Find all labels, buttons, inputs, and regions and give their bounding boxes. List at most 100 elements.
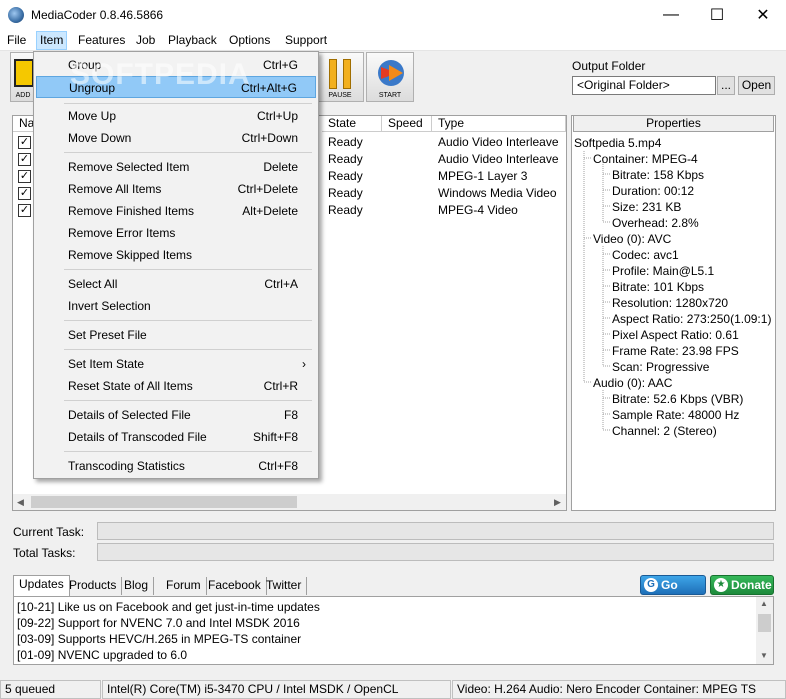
menu-separator [64,269,312,270]
property-line: Bitrate: 158 Kbps [612,168,705,182]
pause-icon [329,59,337,89]
column-state[interactable]: State [322,116,382,132]
close-button[interactable]: ✕ [740,0,786,30]
maximize-button[interactable]: ☐ [694,0,740,30]
property-line: Size: 231 KB [612,200,682,214]
scrollbar-thumb[interactable] [31,496,297,508]
current-task-progress [97,522,774,540]
menu-separator [64,103,312,104]
menu-separator [64,320,312,321]
menu-set-item-state[interactable]: Set Item State › [36,353,316,375]
start-icon [378,60,404,86]
menu-select-all[interactable]: Select All Ctrl+A [36,273,316,295]
column-type[interactable]: Type [432,116,566,132]
row-type: MPEG-4 Video [438,203,518,217]
browse-button[interactable]: ... [717,76,735,95]
menu-invert-selection[interactable]: Invert Selection [36,295,316,317]
row-type: Audio Video Interleave [438,152,559,166]
output-folder-label: Output Folder [572,59,646,73]
scroll-up-icon[interactable]: ▲ [760,599,768,608]
news-scrollbar[interactable]: ▲ ▼ [756,597,773,664]
pause-button[interactable]: PAUSE [316,52,364,102]
scroll-right-icon[interactable]: ▶ [554,497,561,508]
current-task-label: Current Task: [13,525,85,539]
row-state: Ready [328,186,363,200]
title-bar: MediaCoder 0.8.46.5866 — ☐ ✕ [0,0,786,30]
column-name[interactable]: Na [13,116,34,132]
row-checkbox[interactable]: ✓ [18,136,31,149]
news-item[interactable]: [09-22] Support for NVENC 7.0 and Intel … [17,615,300,631]
tab-products[interactable]: Products [64,577,123,595]
menu-details-selected[interactable]: Details of Selected File F8 [36,404,316,426]
menu-remove-error[interactable]: Remove Error Items [36,222,316,244]
news-item[interactable]: [01-09] NVENC upgraded to 6.0 [17,647,187,663]
menu-features[interactable]: Features [78,33,125,47]
menu-remove-selected[interactable]: Remove Selected Item Delete [36,156,316,178]
row-state: Ready [328,135,363,149]
news-list[interactable]: [10-21] Like us on Facebook and get just… [13,596,774,665]
minimize-button[interactable]: — [648,0,694,30]
menu-group[interactable]: Group Ctrl+G [36,54,316,76]
scroll-down-icon[interactable]: ▼ [760,651,768,660]
property-line: Bitrate: 52.6 Kbps (VBR) [612,392,744,406]
menu-item[interactable]: Item [36,31,68,50]
tab-twitter[interactable]: Twitter [261,577,308,595]
property-line: Overhead: 2.8% [612,216,699,230]
menu-separator [64,152,312,153]
menu-move-down[interactable]: Move Down Ctrl+Down [36,127,316,149]
properties-tree[interactable]: Softpedia 5.mp4 Container: MPEG-4 Bitrat… [573,135,774,438]
window-title: MediaCoder 0.8.46.5866 [31,8,164,22]
property-line: Container: MPEG-4 [593,152,698,166]
donate-button[interactable]: ★ Donate [710,575,774,595]
menu-options[interactable]: Options [229,33,270,47]
status-codec: Video: H.264 Audio: Nero Encoder Contain… [452,680,786,699]
menu-separator [64,400,312,401]
row-checkbox[interactable]: ✓ [18,187,31,200]
menu-details-transcoded[interactable]: Details of Transcoded File Shift+F8 [36,426,316,448]
horizontal-scrollbar[interactable]: ◀ ▶ [13,494,566,510]
total-tasks-progress [97,543,774,561]
menu-transcoding-stats[interactable]: Transcoding Statistics Ctrl+F8 [36,455,316,477]
go-pro-icon: G [644,578,658,592]
property-line: Resolution: 1280x720 [612,296,729,310]
property-line: Codec: avc1 [612,248,679,262]
menu-job[interactable]: Job [136,33,155,47]
output-folder-input[interactable]: <Original Folder> [572,76,716,95]
properties-header: Properties [573,115,774,132]
scroll-left-icon[interactable]: ◀ [17,497,24,508]
menu-separator [64,349,312,350]
menu-support[interactable]: Support [285,33,327,47]
menu-ungroup[interactable]: Ungroup Ctrl+Alt+G [36,76,316,98]
tab-facebook[interactable]: Facebook [203,577,267,595]
row-checkbox[interactable]: ✓ [18,170,31,183]
menu-reset-state[interactable]: Reset State of All Items Ctrl+R [36,375,316,397]
menu-remove-skipped[interactable]: Remove Skipped Items [36,244,316,266]
row-state: Ready [328,169,363,183]
column-speed[interactable]: Speed [382,116,432,132]
row-checkbox[interactable]: ✓ [18,204,31,217]
menu-set-preset[interactable]: Set Preset File [36,324,316,346]
menu-separator [64,451,312,452]
property-line: Bitrate: 101 Kbps [612,280,705,294]
item-menu: Group Ctrl+G Ungroup Ctrl+Alt+G Move Up Ctr… [33,51,319,479]
start-button[interactable]: START [366,52,414,102]
property-line: Profile: Main@L5.1 [612,264,715,278]
news-scrollbar-thumb[interactable] [758,614,771,632]
menu-file[interactable]: File [7,33,26,47]
menu-remove-finished[interactable]: Remove Finished Items Alt+Delete [36,200,316,222]
tab-blog[interactable]: Blog [119,577,155,595]
menu-move-up[interactable]: Move Up Ctrl+Up [36,105,316,127]
menu-remove-all[interactable]: Remove All Items Ctrl+Delete [36,178,316,200]
news-item[interactable]: [03-09] Supports HEVC/H.265 in MPEG-TS c… [17,631,301,647]
go-pro-button[interactable]: G Go PRO [640,575,706,610]
menu-playback[interactable]: Playback [168,33,217,47]
submenu-arrow-icon: › [302,357,306,371]
property-line: Softpedia 5.mp4 [574,136,662,150]
property-line: Channel: 2 (Stereo) [612,424,717,438]
tab-forum[interactable]: Forum [161,577,207,595]
news-item[interactable]: [10-21] Like us on Facebook and get just… [17,599,320,615]
row-state: Ready [328,203,363,217]
open-folder-button[interactable]: Open [738,76,775,95]
tab-updates[interactable]: Updates [13,575,70,596]
row-checkbox[interactable]: ✓ [18,153,31,166]
